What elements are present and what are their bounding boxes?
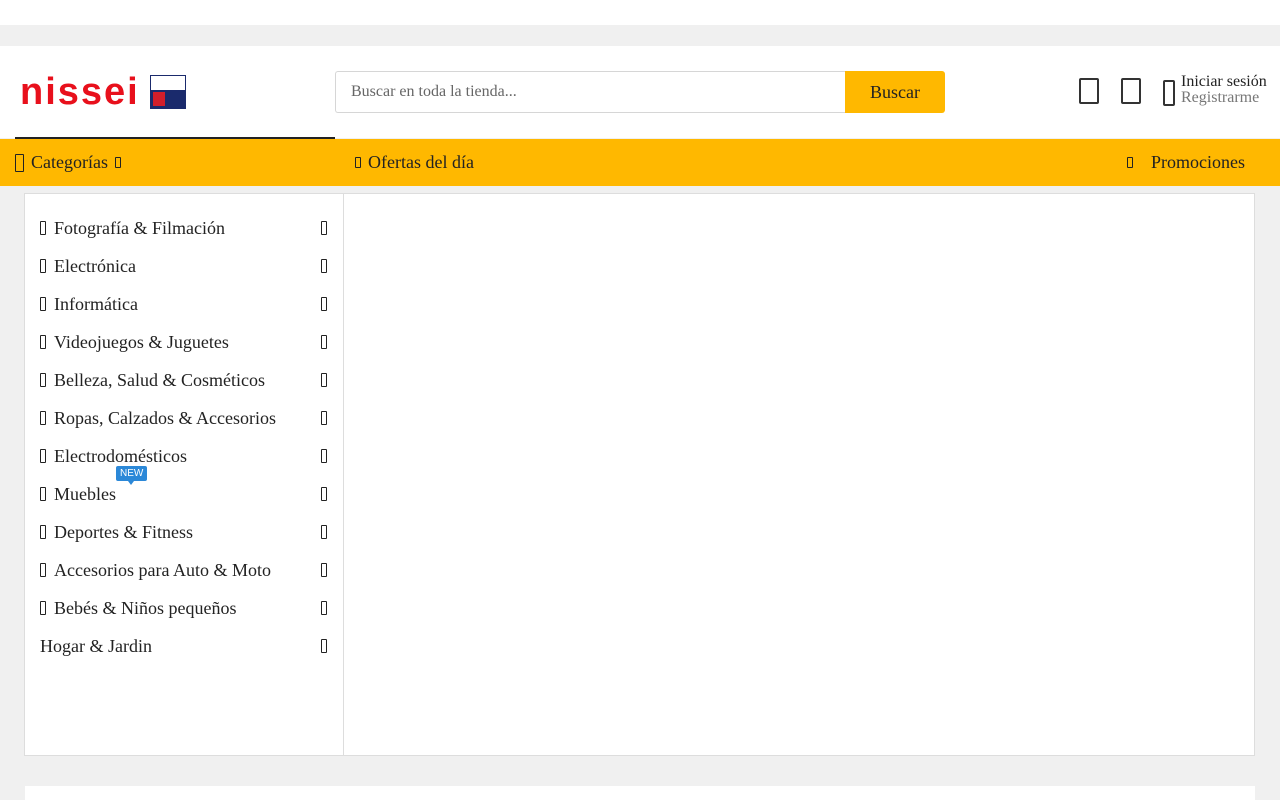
- chevron-right-icon: [321, 297, 327, 311]
- search-input[interactable]: [335, 71, 845, 113]
- sidebar-item-belleza[interactable]: Belleza, Salud & Cosméticos: [25, 361, 343, 399]
- sidebar-item-label: Bebés & Niños pequeños: [54, 597, 237, 618]
- shirt-icon: [40, 411, 46, 425]
- sidebar-item-auto-moto[interactable]: Accesorios para Auto & Moto: [25, 551, 343, 589]
- offers-link[interactable]: Ofertas del día: [355, 139, 474, 186]
- logo-text: nissei: [20, 71, 140, 113]
- content-strip: [25, 786, 1255, 800]
- sidebar-item-hogar[interactable]: Hogar & Jardin: [25, 627, 343, 665]
- sidebar-item-muebles-text: Muebles: [54, 483, 116, 504]
- site-header: nissei Buscar Iniciar sesión Registrarme: [0, 46, 1280, 138]
- search-bar: Buscar: [335, 71, 945, 113]
- logo-badge-icon: [149, 75, 186, 109]
- laptop-icon: [40, 297, 46, 311]
- sidebar-item-electronica[interactable]: Electrónica: [25, 247, 343, 285]
- login-link[interactable]: Iniciar sesión: [1181, 74, 1267, 90]
- sidebar-item-fotografia[interactable]: Fotografía & Filmación: [25, 209, 343, 247]
- chevron-right-icon: [321, 335, 327, 349]
- sidebar-item-label: Belleza, Salud & Cosméticos: [54, 369, 265, 390]
- hero-banner[interactable]: [345, 194, 1254, 755]
- chevron-right-icon: [321, 525, 327, 539]
- chevron-right-icon: [321, 487, 327, 501]
- top-strip: [0, 0, 1280, 25]
- sidebar-item-label: Muebles NEW: [54, 465, 148, 505]
- chevron-down-icon: [114, 157, 121, 168]
- sidebar-item-label: Ropas, Calzados & Accesorios: [54, 407, 276, 428]
- categories-toggle[interactable]: Categorías: [15, 139, 121, 186]
- chevron-right-icon: [321, 221, 327, 235]
- sidebar-item-label: Accesorios para Auto & Moto: [54, 559, 271, 580]
- sidebar-item-deportes[interactable]: Deportes & Fitness: [25, 513, 343, 551]
- sidebar-item-label: Electrodomésticos: [54, 445, 187, 466]
- cart-icon[interactable]: [1121, 78, 1141, 104]
- chevron-right-icon: [321, 259, 327, 273]
- logo[interactable]: nissei: [20, 71, 186, 113]
- menu-icon: [15, 153, 24, 172]
- beauty-icon: [40, 373, 46, 387]
- category-list: Fotografía & Filmación Electrónica Infor…: [25, 209, 343, 665]
- chevron-right-icon: [321, 373, 327, 387]
- camera-icon: [40, 221, 46, 235]
- chevron-right-icon: [321, 563, 327, 577]
- gift-icon: [1127, 156, 1133, 168]
- sidebar-item-label: Videojuegos & Juguetes: [54, 331, 229, 352]
- chevron-right-icon: [321, 411, 327, 425]
- sidebar-item-label: Informática: [54, 293, 138, 314]
- sidebar-item-bebes[interactable]: Bebés & Niños pequeños: [25, 589, 343, 627]
- categories-label: Categorías: [31, 152, 108, 172]
- new-badge: NEW: [116, 465, 148, 485]
- sidebar-item-label: Fotografía & Filmación: [54, 217, 225, 238]
- car-icon: [40, 563, 46, 577]
- electronics-icon: [40, 259, 46, 273]
- sidebar-item-label: Hogar & Jardin: [40, 635, 152, 656]
- dumbbell-icon: [40, 525, 46, 539]
- search-button[interactable]: Buscar: [845, 71, 945, 113]
- sidebar-item-label: Electrónica: [54, 255, 136, 276]
- sidebar-item-electrodomesticos[interactable]: Electrodomésticos: [25, 437, 343, 475]
- sidebar-item-informatica[interactable]: Informática: [25, 285, 343, 323]
- chevron-right-icon: [321, 449, 327, 463]
- user-icon: [1163, 80, 1175, 106]
- main-navbar: Categorías Ofertas del día Promociones: [0, 139, 1280, 186]
- offers-label: Ofertas del día: [368, 152, 474, 172]
- chevron-right-icon: [321, 601, 327, 615]
- main-content: Fotografía & Filmación Electrónica Infor…: [24, 193, 1255, 756]
- appliance-icon: [40, 449, 46, 463]
- category-sidebar: Fotografía & Filmación Electrónica Infor…: [25, 194, 344, 755]
- baby-icon: [40, 601, 46, 615]
- sidebar-item-label: Deportes & Fitness: [54, 521, 193, 542]
- promotions-link[interactable]: Promociones: [1127, 139, 1245, 185]
- gamepad-icon: [40, 335, 46, 349]
- heart-icon[interactable]: [1079, 78, 1099, 104]
- sidebar-item-videojuegos[interactable]: Videojuegos & Juguetes: [25, 323, 343, 361]
- tag-icon: [355, 157, 361, 168]
- chevron-right-icon: [321, 639, 327, 653]
- sofa-icon: [40, 487, 46, 501]
- sidebar-item-ropas[interactable]: Ropas, Calzados & Accesorios: [25, 399, 343, 437]
- sidebar-item-muebles[interactable]: Muebles NEW: [25, 465, 343, 513]
- account-menu[interactable]: Iniciar sesión Registrarme: [1163, 74, 1267, 106]
- register-link[interactable]: Registrarme: [1181, 90, 1267, 106]
- promotions-label: Promociones: [1151, 151, 1245, 172]
